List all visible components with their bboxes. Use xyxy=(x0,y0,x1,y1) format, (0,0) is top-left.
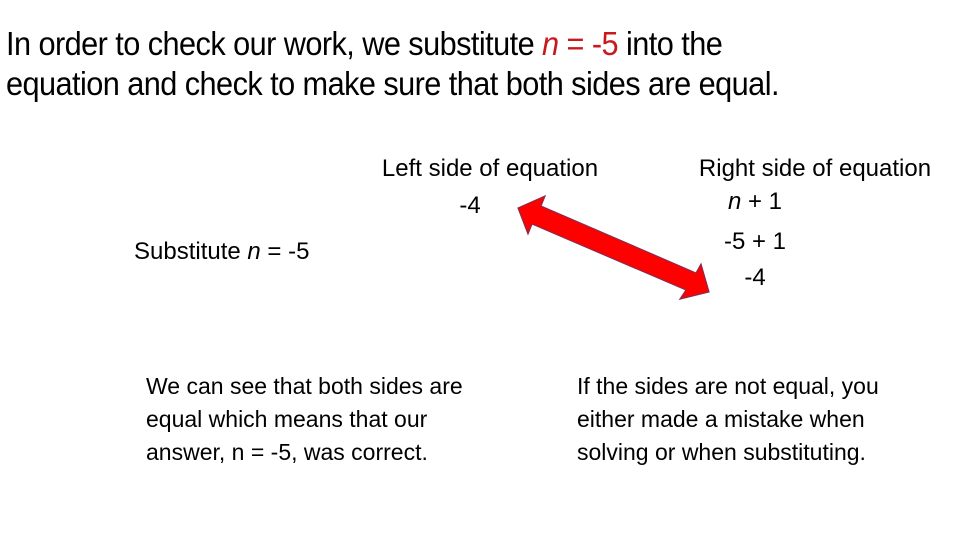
conclusion-right: If the sides are not equal, you either m… xyxy=(577,373,879,465)
double-arrow-shape xyxy=(517,194,710,300)
conclusion-left: We can see that both sides are equal whi… xyxy=(146,373,463,465)
